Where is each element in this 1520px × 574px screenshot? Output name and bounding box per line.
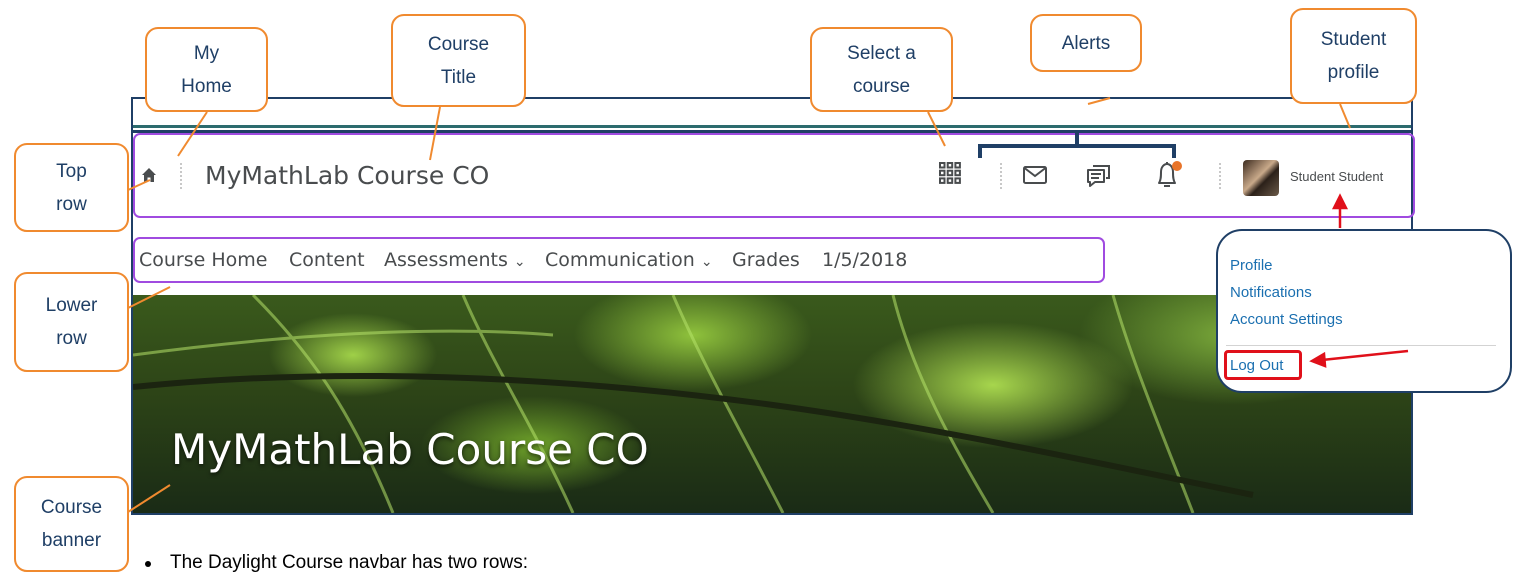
callout-text: Lower bbox=[45, 295, 98, 316]
callout-alerts: Alerts bbox=[1030, 14, 1142, 72]
bullet-icon bbox=[145, 561, 151, 567]
callout-text: banner bbox=[41, 530, 102, 551]
callout-select-course: Select a course bbox=[810, 27, 953, 112]
callout-text: row bbox=[56, 193, 87, 215]
callout-text: profile bbox=[1327, 62, 1380, 83]
callout-text: Student bbox=[1320, 29, 1387, 50]
callout-my-home: My Home bbox=[145, 27, 268, 112]
callout-text: My bbox=[193, 42, 220, 64]
callout-student-profile: Student profile bbox=[1290, 8, 1417, 104]
callout-text: Select a bbox=[847, 42, 916, 64]
callout-top-row: Top row bbox=[14, 143, 129, 232]
callout-text: Top bbox=[56, 160, 87, 182]
callout-course-title: Course Title bbox=[391, 14, 526, 107]
callout-text: Home bbox=[181, 75, 232, 97]
callout-text: Course bbox=[427, 33, 490, 55]
callout-text: row bbox=[56, 328, 87, 349]
callout-lower-row: Lower row bbox=[14, 272, 129, 372]
callout-text: course bbox=[852, 75, 911, 97]
callout-text: Alerts bbox=[1061, 32, 1111, 54]
body-text: The Daylight Course navbar has two rows: bbox=[170, 552, 528, 573]
callout-text: Title bbox=[440, 66, 477, 88]
callout-text: Course bbox=[40, 497, 103, 518]
callout-course-banner: Course banner bbox=[14, 476, 129, 572]
